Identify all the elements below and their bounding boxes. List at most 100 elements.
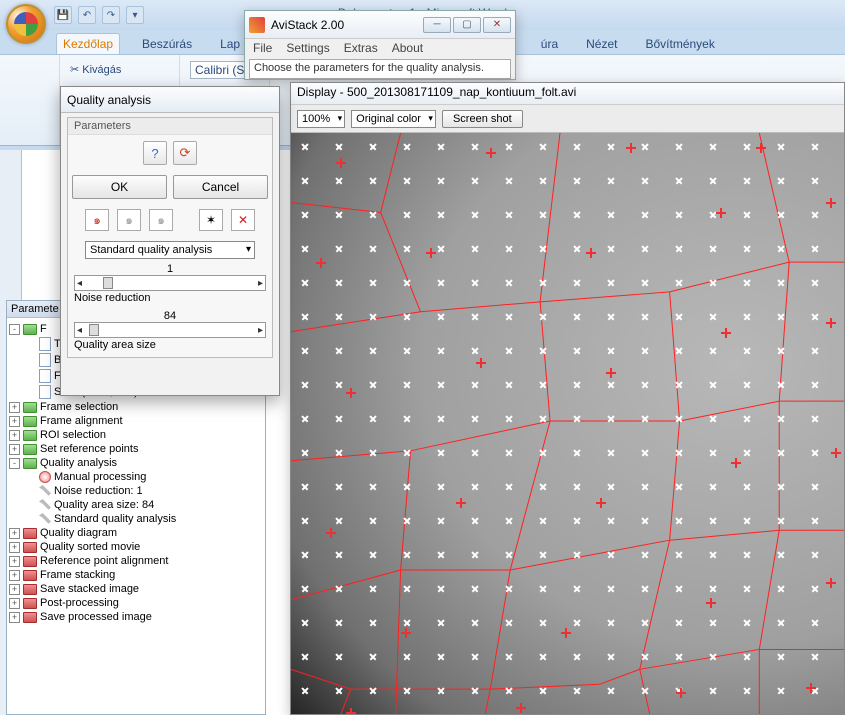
grid-cross-icon — [471, 279, 479, 287]
grid-cross-icon — [743, 415, 751, 423]
grid-cross-icon — [777, 517, 785, 525]
cancel-button[interactable]: Cancel — [173, 175, 268, 199]
grid-cross-icon — [539, 211, 547, 219]
tree-toggle[interactable]: + — [9, 612, 20, 623]
tree-toggle[interactable]: + — [9, 584, 20, 595]
screenshot-button[interactable]: Screen shot — [442, 110, 523, 128]
grid-cross-icon — [403, 347, 411, 355]
tab-addins[interactable]: Bővítmények — [639, 34, 720, 54]
display-title[interactable]: Display - 500_201308171109_nap_kontiuum_… — [291, 83, 844, 105]
tool-swirl-1[interactable]: ๑ — [85, 209, 109, 231]
quality-analysis-title[interactable]: Quality analysis — [61, 87, 279, 113]
avistack-title: AviStack 2.00 — [271, 18, 423, 32]
help-icon[interactable]: ? — [143, 141, 167, 165]
save-icon[interactable]: 💾 — [54, 6, 72, 24]
tree-item[interactable]: +Quality diagram — [9, 526, 263, 540]
tree-item[interactable]: +Frame alignment — [9, 414, 263, 428]
tree-item[interactable]: Noise reduction: 1 — [9, 484, 263, 498]
tree-item[interactable]: +Frame stacking — [9, 568, 263, 582]
area-size-slider[interactable] — [74, 322, 266, 338]
tree-toggle[interactable]: + — [9, 444, 20, 455]
grid-cross-icon — [403, 483, 411, 491]
tool-star-icon[interactable]: ✶ — [199, 209, 223, 231]
color-combo[interactable]: Original color — [351, 110, 436, 128]
tree-toggle[interactable]: + — [9, 416, 20, 427]
menu-about[interactable]: About — [392, 41, 423, 57]
menu-file[interactable]: File — [253, 41, 272, 57]
maximize-button[interactable]: ▢ — [453, 17, 481, 33]
minimize-button[interactable]: ─ — [423, 17, 451, 33]
office-button[interactable] — [6, 4, 46, 44]
grid-cross-icon — [709, 177, 717, 185]
tree-item[interactable]: +Save processed image — [9, 610, 263, 624]
cut-button[interactable]: ✂ Kivágás — [70, 63, 169, 76]
menu-extras[interactable]: Extras — [344, 41, 378, 57]
grid-cross-icon — [641, 177, 649, 185]
tree-toggle[interactable]: - — [9, 324, 20, 335]
grid-cross-icon — [471, 143, 479, 151]
reference-point-icon — [401, 628, 411, 638]
tree-toggle[interactable]: + — [9, 556, 20, 567]
noise-reduction-slider[interactable] — [74, 275, 266, 291]
redo-icon[interactable]: ↷ — [102, 6, 120, 24]
undo-icon[interactable]: ↶ — [78, 6, 96, 24]
grid-cross-icon — [471, 313, 479, 321]
grid-cross-icon — [369, 619, 377, 627]
grid-cross-icon — [505, 687, 513, 695]
tree-item[interactable]: +Set reference points — [9, 442, 263, 456]
tool-delete-icon[interactable]: ✕ — [231, 209, 255, 231]
menu-settings[interactable]: Settings — [286, 41, 329, 57]
tree-item[interactable]: -Quality analysis — [9, 456, 263, 470]
tree-toggle[interactable]: + — [9, 598, 20, 609]
noise-reduction-value: 1 — [74, 263, 266, 275]
grid-cross-icon — [709, 143, 717, 151]
tree-toggle[interactable]: + — [9, 430, 20, 441]
area-size-value: 84 — [74, 310, 266, 322]
tree-item[interactable]: +Reference point alignment — [9, 554, 263, 568]
grid-cross-icon — [335, 245, 343, 253]
tree-item[interactable]: Standard quality analysis — [9, 512, 263, 526]
tool-swirl-2[interactable]: ๑ — [117, 209, 141, 231]
grid-cross-icon — [539, 313, 547, 321]
grid-cross-icon — [777, 483, 785, 491]
tree-item[interactable]: Quality area size: 84 — [9, 498, 263, 512]
tree-item[interactable]: Manual processing — [9, 470, 263, 484]
tree-item[interactable]: +Quality sorted movie — [9, 540, 263, 554]
grid-cross-icon — [539, 517, 547, 525]
tree-toggle[interactable]: + — [9, 528, 20, 539]
display-canvas[interactable] — [291, 133, 844, 714]
folder-red-icon — [23, 598, 37, 609]
tree-toggle[interactable]: + — [9, 570, 20, 581]
reset-icon[interactable]: ⟳ — [173, 141, 197, 165]
tree-label: Manual processing — [54, 471, 146, 483]
tree-item[interactable]: +Save stacked image — [9, 582, 263, 596]
close-button[interactable]: ✕ — [483, 17, 511, 33]
grid-cross-icon — [777, 415, 785, 423]
grid-cross-icon — [607, 687, 615, 695]
wrench-icon — [39, 485, 51, 497]
tab-home[interactable]: Kezdőlap — [56, 33, 120, 54]
tool-swirl-3[interactable]: ๑ — [149, 209, 173, 231]
tree-toggle[interactable]: + — [9, 542, 20, 553]
grid-cross-icon — [811, 347, 819, 355]
tree-item[interactable]: +ROI selection — [9, 428, 263, 442]
tab-view[interactable]: Nézet — [580, 34, 623, 54]
grid-cross-icon — [641, 551, 649, 559]
ok-button[interactable]: OK — [72, 175, 167, 199]
tab-insert[interactable]: Beszúrás — [136, 34, 198, 54]
tree-item[interactable]: +Frame selection — [9, 400, 263, 414]
tree-item[interactable]: +Post-processing — [9, 596, 263, 610]
qat-dropdown-icon[interactable]: ▾ — [126, 6, 144, 24]
grid-cross-icon — [777, 619, 785, 627]
analysis-type-select[interactable]: Standard quality analysis — [85, 241, 255, 259]
tree-toggle[interactable]: - — [9, 458, 20, 469]
grid-cross-icon — [437, 381, 445, 389]
grid-cross-icon — [471, 517, 479, 525]
tab-review[interactable]: úra — [535, 34, 564, 54]
area-size-label: Quality area size — [74, 338, 266, 355]
grid-cross-icon — [607, 313, 615, 321]
grid-cross-icon — [369, 347, 377, 355]
avistack-titlebar[interactable]: AviStack 2.00 ─ ▢ ✕ — [245, 11, 515, 39]
zoom-combo[interactable]: 100% — [297, 110, 345, 128]
tree-toggle[interactable]: + — [9, 402, 20, 413]
